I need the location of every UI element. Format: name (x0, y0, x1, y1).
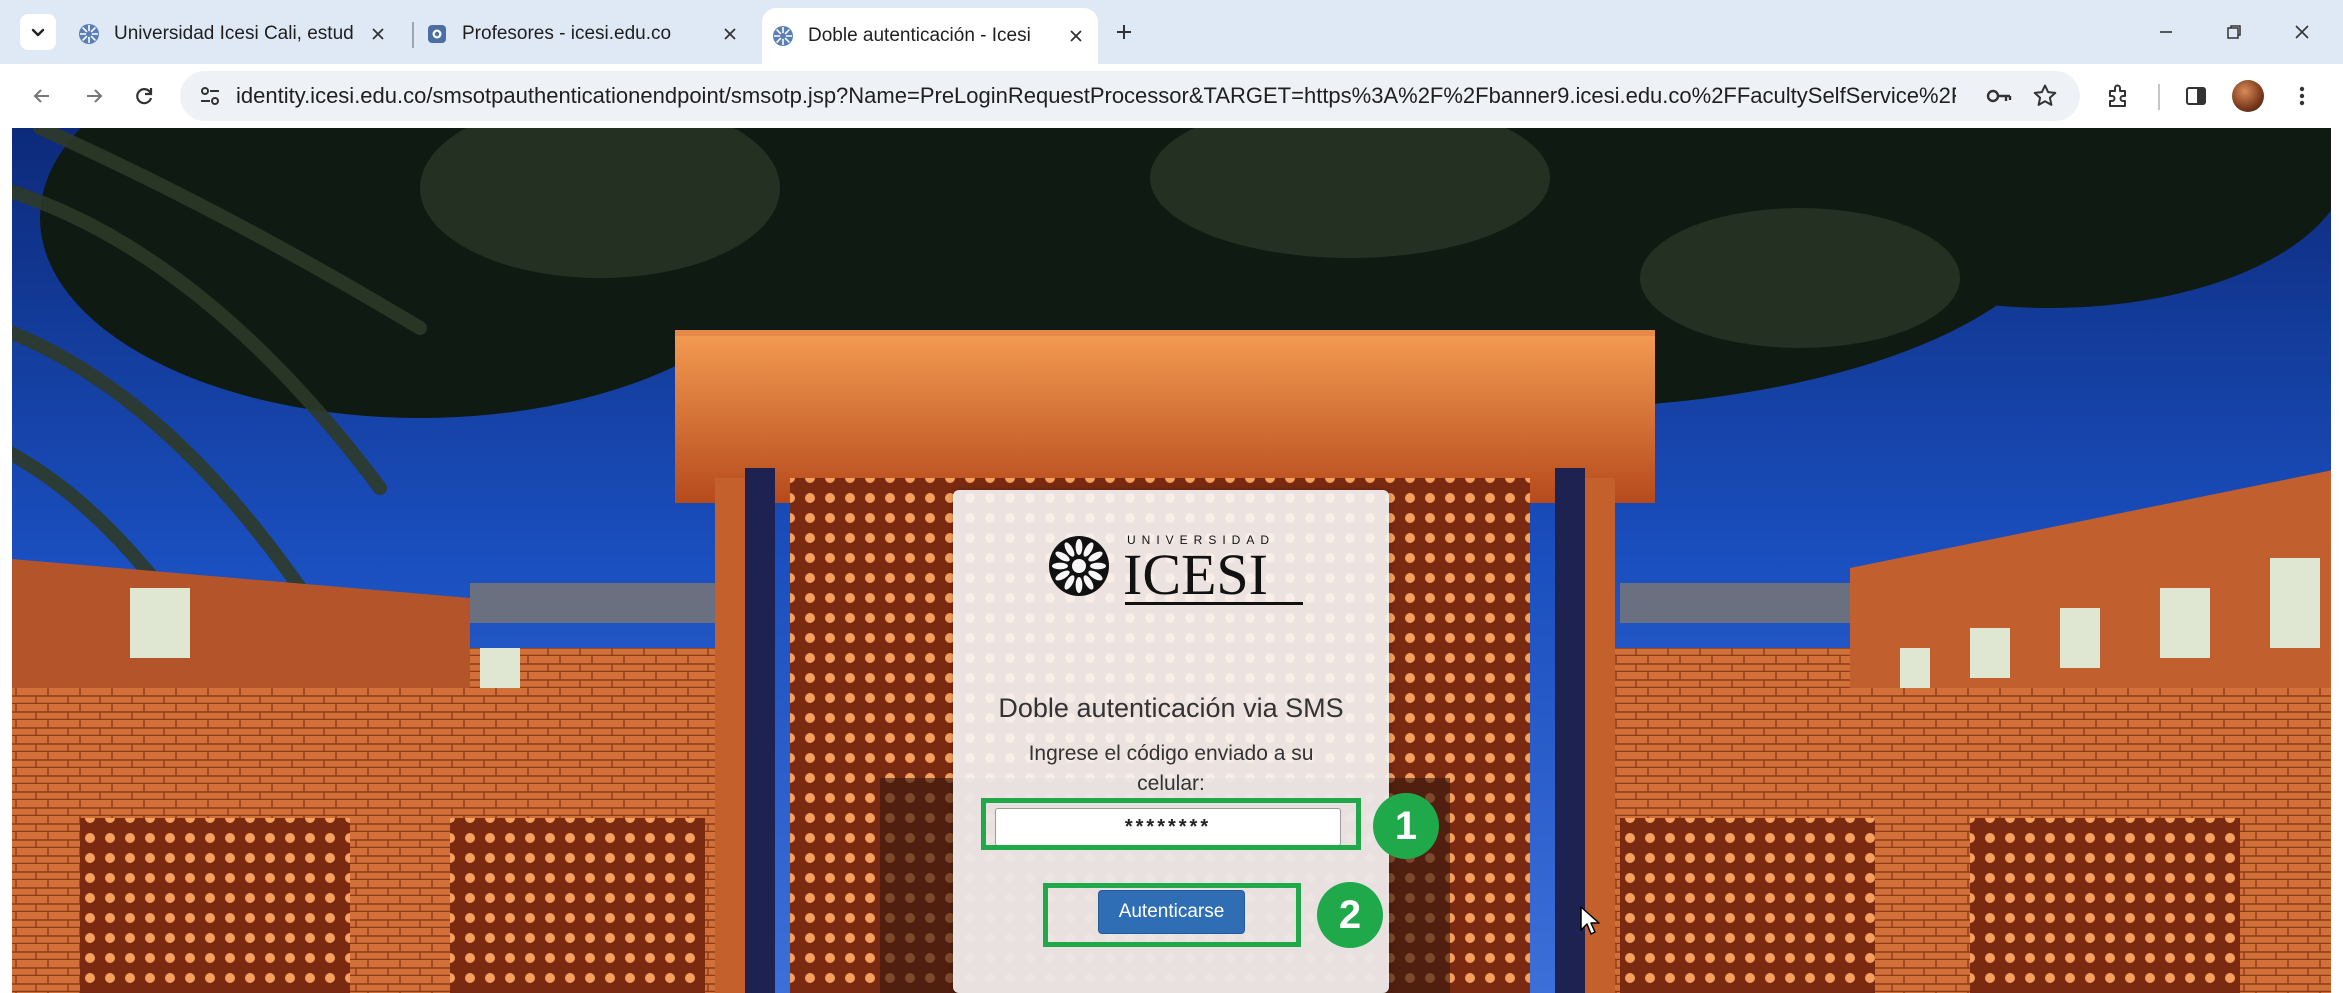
highlight-auth-button (1043, 883, 1301, 947)
card-title: Doble autenticación via SMS (998, 693, 1344, 723)
address-bar[interactable]: identity.icesi.edu.co/smsotpauthenticati… (180, 71, 2080, 121)
restore-icon (2227, 25, 2241, 39)
tab-title: Doble autenticación - Icesi (808, 25, 1031, 46)
tab-close-button[interactable] (366, 22, 390, 46)
mouse-cursor-icon (1580, 906, 1600, 935)
reload-button[interactable] (126, 78, 162, 114)
tab-universidad-icesi[interactable]: Universidad Icesi Cali, estudia e (78, 12, 400, 56)
icesi-favicon (79, 24, 99, 44)
tab-doble-autenticacion[interactable]: Doble autenticación - Icesi (762, 8, 1098, 64)
close-icon (2295, 25, 2309, 39)
icesi-favicon (773, 26, 793, 46)
icesi-logo: UNIVERSIDAD ICESI (1049, 533, 1303, 607)
google-sites-favicon (428, 25, 446, 43)
arrow-left-icon (33, 89, 49, 103)
step-badge-1: 1 (1373, 793, 1439, 859)
chevron-down-icon (31, 28, 45, 37)
close-icon (372, 28, 384, 40)
new-tab-button[interactable] (1108, 16, 1140, 48)
password-key-icon[interactable] (1986, 83, 2012, 109)
kebab-menu-icon[interactable] (2286, 80, 2318, 112)
svg-text:ICESI: ICESI (1123, 542, 1268, 607)
forward-button[interactable] (76, 78, 112, 114)
arrow-right-icon (87, 89, 103, 103)
back-button[interactable] (24, 78, 60, 114)
profile-avatar[interactable] (2232, 80, 2264, 112)
reload-icon (136, 88, 153, 105)
site-settings-icon[interactable] (198, 84, 222, 108)
page-right-margin (2331, 128, 2343, 993)
extensions-puzzle-icon[interactable] (2102, 80, 2134, 112)
close-icon (724, 28, 736, 40)
tab-title: Universidad Icesi Cali, estudia e (114, 23, 354, 44)
card-instruction: Ingrese el código enviado a su celular: (1028, 742, 1314, 795)
page-left-margin (0, 128, 12, 993)
plus-icon (1117, 25, 1131, 39)
highlight-otp-input (981, 798, 1361, 850)
browser-toolbar: identity.icesi.edu.co/smsotpauthenticati… (0, 64, 2343, 128)
minimize-button[interactable] (2148, 16, 2184, 48)
login-page: UNIVERSIDAD ICESI Doble autenticación vi… (0, 128, 2343, 993)
close-window-button[interactable] (2284, 16, 2320, 48)
tab-separator (412, 22, 414, 48)
minimize-icon (2160, 31, 2172, 33)
url-text: identity.icesi.edu.co/smsotpauthenticati… (236, 83, 1956, 108)
bookmark-star-icon[interactable] (2032, 83, 2058, 109)
tab-search-button[interactable] (20, 14, 56, 50)
tab-strip: Universidad Icesi Cali, estudia e Profes… (0, 0, 2343, 64)
close-icon (1070, 30, 1082, 42)
tab-profesores[interactable]: Profesores - icesi.edu.co (426, 12, 752, 56)
toolbar-divider (2158, 84, 2160, 110)
tab-title: Profesores - icesi.edu.co (462, 23, 672, 44)
tab-close-button[interactable] (718, 22, 742, 46)
step-badge-2: 2 (1317, 882, 1383, 948)
side-panel-icon[interactable] (2180, 80, 2212, 112)
tab-close-button[interactable] (1064, 24, 1088, 48)
restore-button[interactable] (2216, 16, 2252, 48)
